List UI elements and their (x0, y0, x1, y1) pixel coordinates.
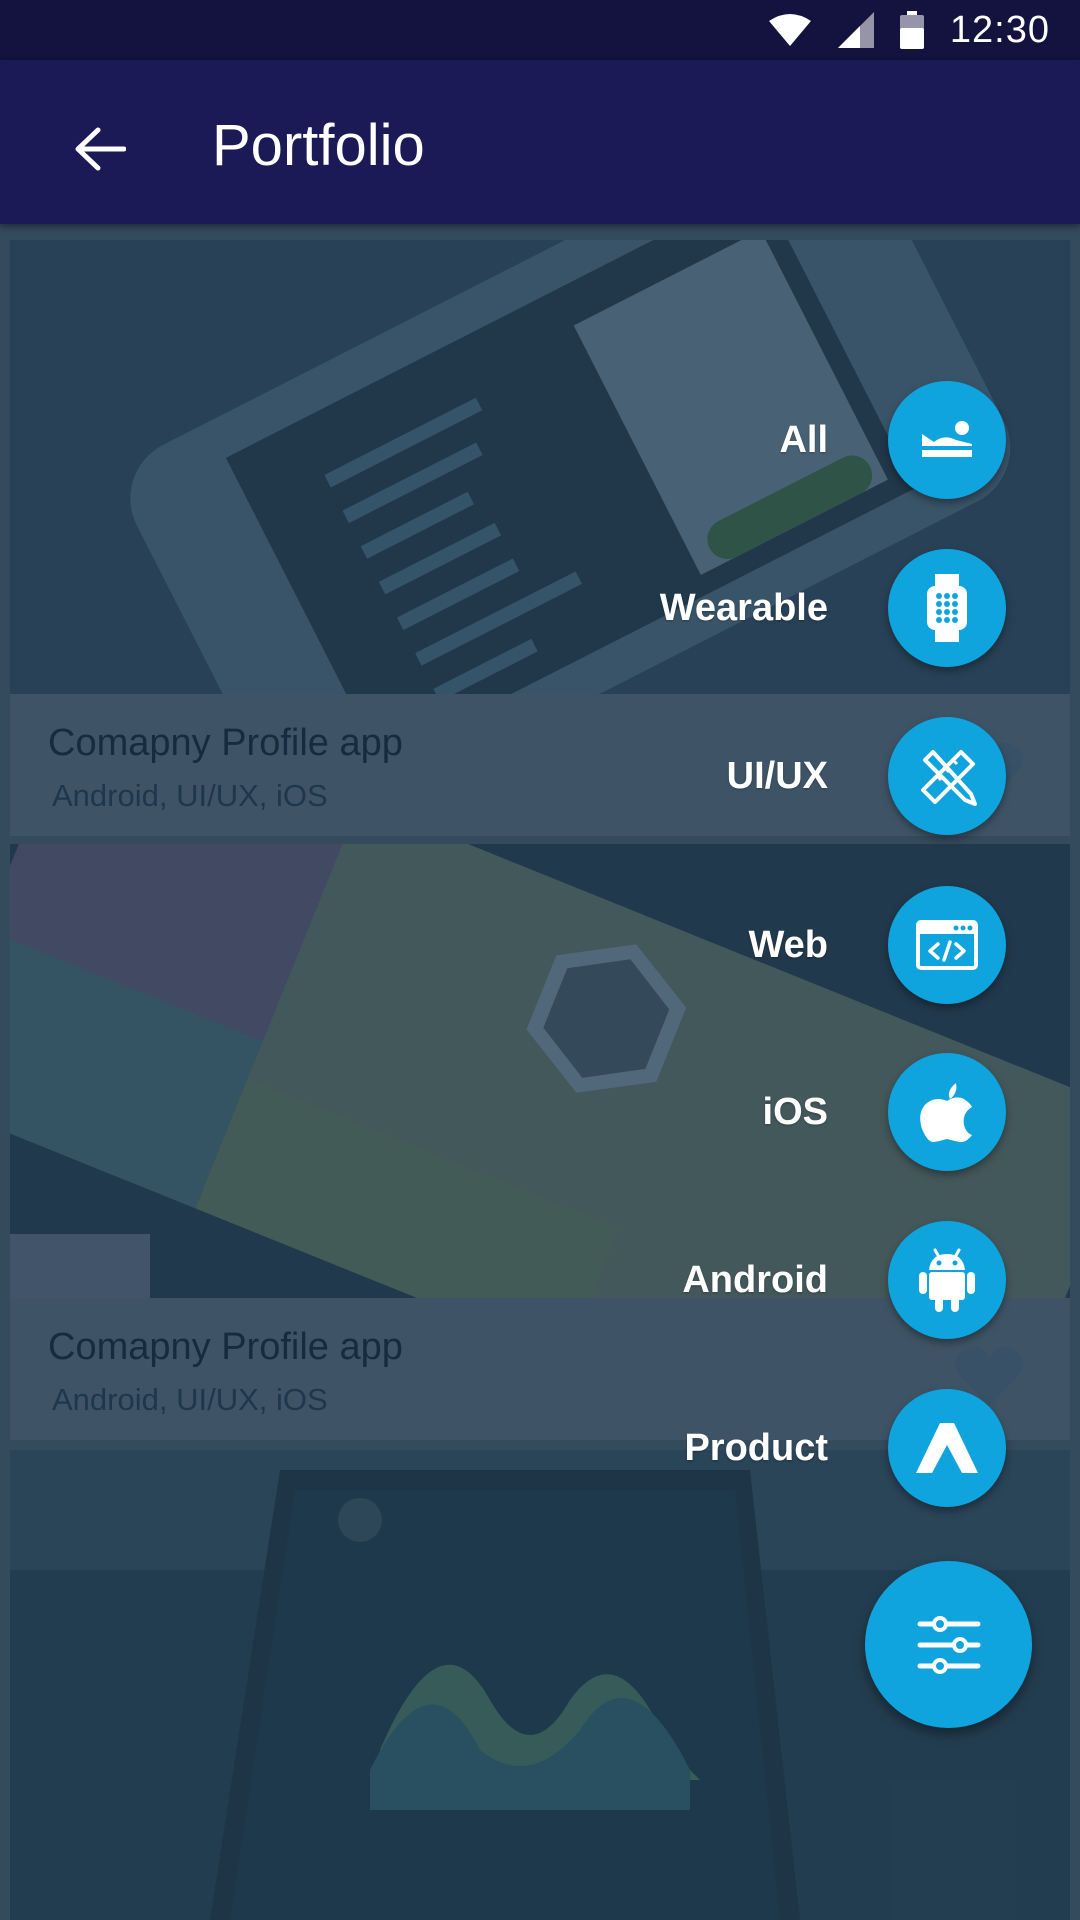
filter-label: All (779, 418, 828, 461)
filter-label: UI/UX (726, 754, 828, 797)
product-logo-icon (916, 1423, 978, 1473)
filter-uiux[interactable]: UI/UX (460, 716, 1080, 836)
filter-wearable[interactable]: Wearable (460, 548, 1080, 668)
filter-fab[interactable] (865, 1561, 1032, 1728)
filter-web[interactable]: Web (460, 885, 1080, 1005)
filter-ios[interactable]: iOS (460, 1052, 1080, 1172)
filter-web-button[interactable] (888, 886, 1006, 1004)
filter-product[interactable]: Product (460, 1388, 1080, 1508)
code-window-icon (916, 920, 978, 970)
filter-all-button[interactable] (888, 381, 1006, 499)
filter-wearable-button[interactable] (888, 549, 1006, 667)
filter-label: Wearable (659, 586, 828, 629)
android-icon (919, 1248, 975, 1312)
filter-speed-dial: All Wearable UI/UX Web iOS Android Produ… (0, 0, 1080, 1920)
filter-label: Android (682, 1258, 828, 1301)
filter-label: iOS (762, 1090, 828, 1133)
filter-android-button[interactable] (888, 1221, 1006, 1339)
apple-icon (920, 1083, 972, 1143)
filter-product-button[interactable] (888, 1389, 1006, 1507)
filter-android[interactable]: Android (460, 1220, 1080, 1340)
landscape-icon (922, 421, 972, 457)
sliders-icon (917, 1615, 980, 1674)
pencil-ruler-icon (921, 750, 977, 806)
smartwatch-icon (927, 574, 967, 642)
filter-label: Product (684, 1426, 828, 1469)
filter-uiux-button[interactable] (888, 717, 1006, 835)
filter-all[interactable]: All (460, 380, 1080, 500)
filter-ios-button[interactable] (888, 1053, 1006, 1171)
filter-label: Web (748, 923, 828, 966)
